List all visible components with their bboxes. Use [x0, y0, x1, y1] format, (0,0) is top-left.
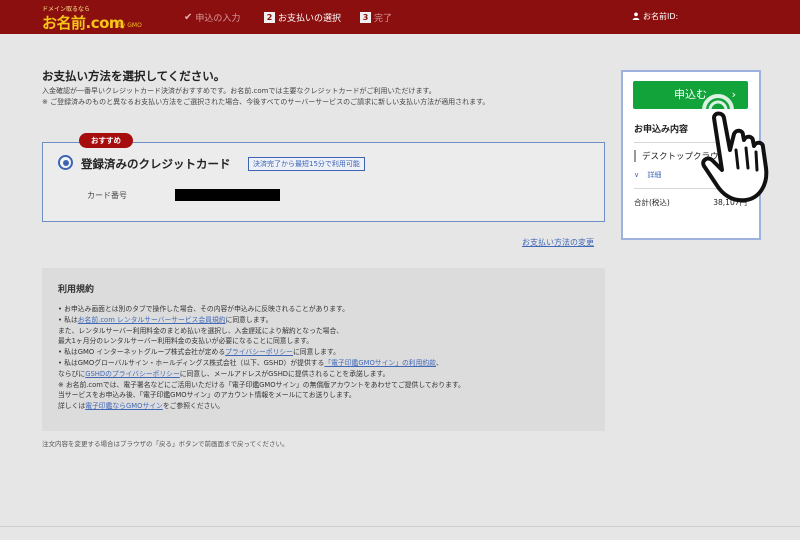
terms-text: 、 — [435, 359, 443, 367]
logo-text: お名前.com — [42, 14, 125, 32]
radio-selected-icon[interactable] — [58, 155, 73, 170]
hand-pointer-icon — [701, 94, 769, 203]
terms-line: また、レンタルサーバー利用料金のまとめ払いを選択し、入金遅延により解約となった場… — [58, 326, 343, 336]
payment-option-title: 登録済みのクレジットカード — [81, 157, 231, 171]
check-icon: ✔ — [184, 11, 193, 23]
change-payment-link[interactable]: お支払い方法の変更 — [522, 237, 594, 248]
terms-title: 利用規約 — [58, 285, 95, 295]
terms-link[interactable]: お名前.com レンタルサーバーサービス会員規約 — [78, 316, 226, 324]
radio-dot — [62, 159, 69, 166]
terms-link[interactable]: 電子印鑑ならGMOサイン — [85, 402, 163, 410]
total-label: 合計(税込) — [634, 198, 670, 207]
terms-text: • お申込み画面とは別のタブで操作した場合、その内容が申込みに反映されることがあ… — [58, 305, 349, 313]
terms-link[interactable]: プライバシーポリシー — [225, 348, 293, 356]
terms-line: • 私はGMO インターネットグループ株式会社が定めるプライバシーポリシーに同意… — [58, 347, 340, 357]
terms-text: • 私はGMOグローバルサイン・ホールディングス株式会社（以下、GSHD）が提供… — [58, 359, 325, 367]
terms-link[interactable]: 「電子印鑑GMOサイン」の利用約款 — [324, 359, 436, 367]
terms-section: 利用規約 • お申込み画面とは別のタブで操作した場合、その内容が申込みに反映され… — [42, 268, 605, 431]
step-1-label: 申込の入力 — [195, 13, 241, 24]
user-id-label: お名前ID: — [643, 12, 679, 21]
page-description: 入金確認が一番早いクレジットカード決済がおすすめです。お名前.comでは主要なク… — [42, 87, 436, 95]
terms-text: 最大1ヶ月分のレンタルサーバー利用料金の支払いが必要になることに同意します。 — [58, 337, 314, 346]
terms-line: • 私はGMOグローバルサイン・ホールディングス株式会社（以下、GSHD）が提供… — [58, 358, 443, 368]
terms-text: 当サービスをお申込み後、「電子印鑑GMOサイン」のアカウント情報をメールにてお送… — [58, 391, 356, 400]
terms-line: ※ お名前.comでは、電子署名などにご活用いただける「電子印鑑GMOサイン」の… — [58, 380, 465, 390]
terms-text: また、レンタルサーバー利用料金のまとめ払いを選択し、入金遅延により解約となった場… — [58, 326, 344, 335]
user-id[interactable]: お名前ID: — [632, 11, 678, 22]
user-icon — [632, 12, 640, 20]
step-3-number: 3 — [360, 11, 371, 23]
terms-text: に同意します。 — [292, 348, 340, 357]
step-2: 2 お支払いの選択 — [264, 9, 341, 25]
logo-sub: by GMO — [118, 22, 142, 29]
terms-text: をご参照ください。 — [162, 402, 225, 411]
terms-text: 詳しくは — [58, 402, 86, 411]
site-header: ドメイン取るなら お名前.com by GMO ✔ 申込の入力 2 お支払いの選… — [0, 0, 800, 34]
terms-line: ならびにGSHDのプライバシーポリシーに同意し、メールアドレスがGSHDに提供さ… — [58, 369, 389, 379]
terms-line: • 私はお名前.com レンタルサーバーサービス会員規約に同意します。 — [58, 315, 272, 325]
terms-line: • お申込み画面とは別のタブで操作した場合、その内容が申込みに反映されることがあ… — [58, 304, 349, 314]
footer-divider — [0, 526, 800, 527]
step-3: 3 完了 — [360, 9, 392, 25]
terms-text: に同意し、メールアドレスがGSHDに提供されることを承諾します。 — [179, 369, 390, 378]
order-detail-toggle[interactable]: ∨ 詳細 — [634, 170, 661, 180]
terms-line: 当サービスをお申込み後、「電子印鑑GMOサイン」のアカウント情報をメールにてお送… — [58, 390, 356, 400]
order-summary-title: お申込み内容 — [634, 125, 689, 135]
terms-text: に同意します。 — [225, 315, 273, 324]
terms-text: ※ お名前.comでは、電子署名などにご活用いただける「電子印鑑GMOサイン」の… — [58, 380, 465, 389]
card-number-label: カード番号 — [87, 191, 127, 200]
terms-link[interactable]: GSHDのプライバシーポリシー — [85, 370, 180, 378]
terms-text: • 私は — [58, 315, 78, 324]
terms-text: ならびに — [58, 369, 86, 378]
page-notice: ※ ご登録済みのものと異なるお支払い方法をご選択された場合、今後すべてのサーバー… — [42, 98, 490, 106]
terms-line: 詳しくは電子印鑑ならGMOサインをご参照ください。 — [58, 401, 224, 411]
terms-text: • 私はGMO インターネットグループ株式会社が定める — [58, 348, 226, 357]
footer-note: 注文内容を変更する場合はブラウザの「戻る」ボタンで前画面まで戻ってください。 — [42, 440, 289, 448]
payment-option-registered-card[interactable]: 登録済みのクレジットカード 決済完了から最短15分で利用可能 カード番号 — [42, 142, 605, 222]
step-2-label: お支払いの選択 — [278, 13, 342, 24]
payment-option-note: 決済完了から最短15分で利用可能 — [248, 157, 365, 171]
card-number-redacted — [175, 189, 280, 201]
site-logo[interactable]: ドメイン取るなら お名前.com by GMO — [42, 4, 142, 32]
step-2-number: 2 — [264, 11, 275, 23]
chevron-down-icon: ∨ — [634, 171, 640, 179]
page-title: お支払い方法を選択してください。 — [42, 69, 226, 83]
step-1: ✔ 申込の入力 — [184, 9, 240, 25]
order-detail-label: 詳細 — [647, 171, 662, 179]
terms-line: 最大1ヶ月分のレンタルサーバー利用料金の支払いが必要になることに同意します。 — [58, 336, 313, 346]
step-3-label: 完了 — [374, 13, 393, 24]
recommended-badge: おすすめ — [79, 133, 133, 148]
